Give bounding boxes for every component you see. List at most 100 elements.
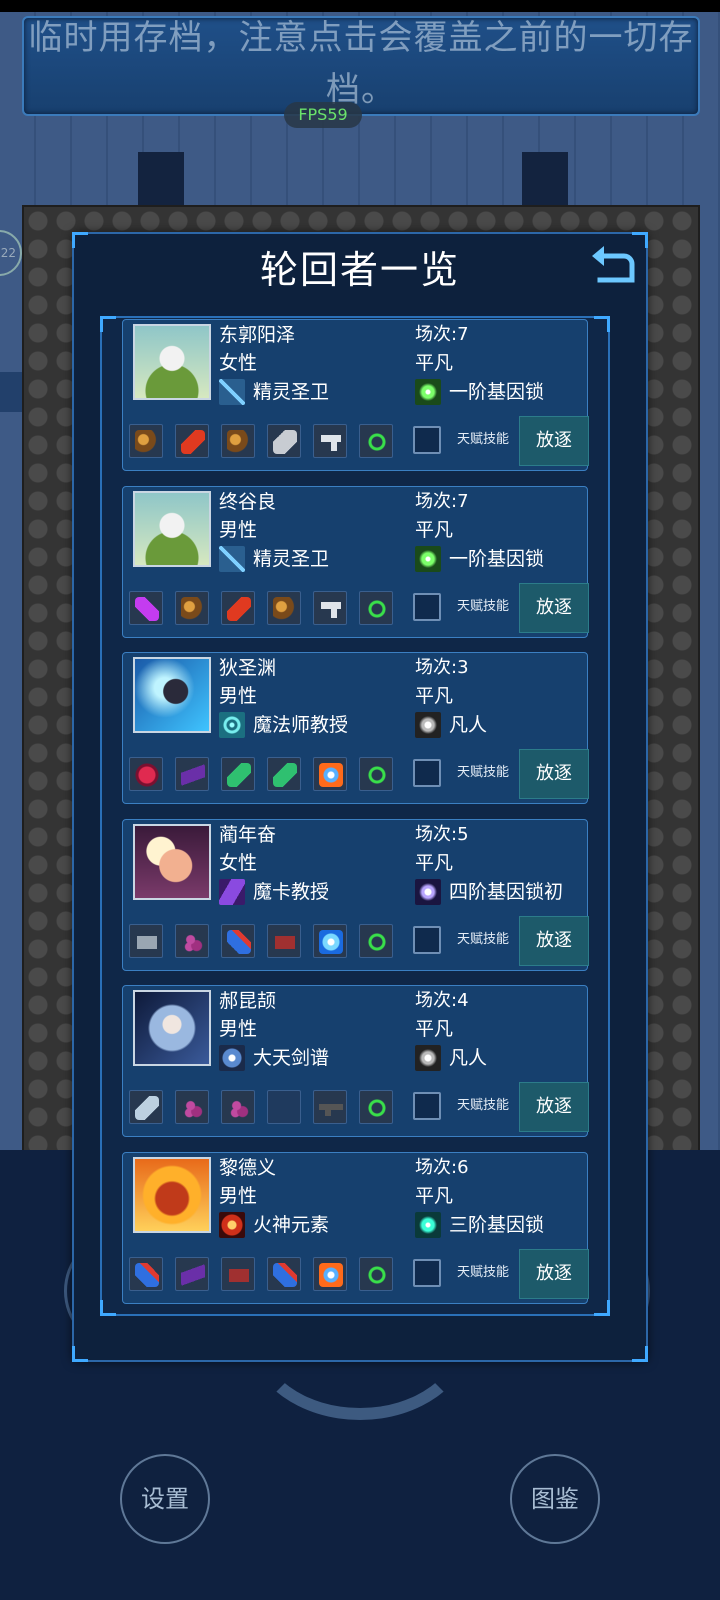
lightning-mage-portrait — [133, 657, 211, 733]
item-slot[interactable] — [175, 1090, 209, 1124]
talent-skill-checkbox[interactable] — [413, 1092, 441, 1120]
talent-skill-checkbox[interactable] — [413, 1258, 441, 1287]
return-arrow-icon — [592, 246, 635, 283]
grey-book-icon — [135, 929, 159, 954]
green-rune-icon — [365, 929, 389, 954]
green-rune-icon — [365, 430, 389, 454]
character-card[interactable]: 蔺年奋 女性 魔卡教授 场次:5 平凡 四阶基因锁初 天赋技能 放逐 — [122, 818, 589, 971]
green-rune-icon — [365, 1096, 389, 1120]
character-class: 魔卡教授 — [219, 878, 329, 906]
character-gender: 女性 — [219, 851, 258, 874]
item-slot[interactable] — [221, 1256, 255, 1291]
item-slot[interactable] — [175, 590, 209, 625]
shuriken-icon — [219, 1045, 245, 1071]
character-card[interactable]: 郝昆颉 男性 大天剑谱 场次:4 平凡 凡人 天赋技能 放逐 — [122, 985, 589, 1137]
character-gender: 男性 — [219, 518, 258, 541]
character-rank: 三阶基因锁 — [415, 1211, 544, 1239]
item-slot[interactable] — [359, 923, 393, 958]
character-list[interactable]: 东郭阳泽 女性 精灵圣卫 场次:7 平凡 一阶基因锁 天赋技能 放逐 终谷良 男… — [100, 316, 610, 1316]
exile-button[interactable]: 放逐 — [519, 416, 589, 466]
item-slot[interactable] — [359, 1090, 393, 1124]
exile-button[interactable]: 放逐 — [519, 915, 589, 966]
character-tier: 平凡 — [415, 851, 454, 874]
character-name: 终谷良 — [219, 490, 277, 513]
item-slot[interactable] — [221, 1090, 255, 1124]
character-gender: 男性 — [219, 1018, 258, 1040]
item-slot[interactable] — [129, 590, 163, 625]
item-slot[interactable] — [313, 757, 347, 791]
item-slot[interactable] — [313, 1090, 347, 1124]
exile-button[interactable]: 放逐 — [519, 582, 589, 633]
spear-icon — [219, 379, 245, 405]
item-slot[interactable] — [221, 923, 255, 958]
green-leaf-icon — [227, 763, 251, 787]
talent-skill-checkbox[interactable] — [413, 759, 441, 787]
item-slot[interactable] — [129, 1256, 163, 1291]
exile-button[interactable]: 放逐 — [519, 1082, 589, 1132]
talent-skill-checkbox[interactable] — [413, 592, 441, 621]
character-gender: 男性 — [219, 685, 258, 707]
item-slot[interactable] — [359, 757, 393, 791]
item-slot[interactable] — [313, 1256, 347, 1291]
purple-card-icon — [219, 878, 245, 905]
talent-skill-checkbox[interactable] — [413, 426, 441, 454]
character-card[interactable]: 黎德义 男性 火神元素 场次:6 平凡 三阶基因锁 天赋技能 放逐 — [122, 1151, 589, 1304]
item-slot[interactable] — [313, 923, 347, 958]
item-slot[interactable] — [313, 424, 347, 458]
cyan-orb-icon — [415, 1211, 441, 1238]
item-slot[interactable] — [129, 923, 163, 958]
white-orb-icon — [415, 1045, 441, 1071]
character-card[interactable]: 终谷良 男性 精灵圣卫 场次:7 平凡 一阶基因锁 天赋技能 放逐 — [122, 485, 589, 638]
character-rank-label: 凡人 — [449, 714, 488, 736]
item-slot[interactable] — [267, 590, 301, 625]
exile-button[interactable]: 放逐 — [519, 749, 589, 799]
moon-girl-portrait — [133, 823, 211, 900]
item-slot[interactable] — [175, 757, 209, 791]
character-class: 火神元素 — [219, 1211, 329, 1239]
item-slot[interactable] — [267, 424, 301, 458]
item-slot[interactable] — [221, 757, 255, 791]
fps-counter: FPS59 — [284, 102, 362, 128]
item-slot[interactable] — [267, 757, 301, 791]
item-slots — [129, 1256, 405, 1291]
item-slot[interactable] — [267, 1256, 301, 1291]
blue-vial-icon — [273, 1262, 297, 1287]
character-name: 黎德义 — [219, 1156, 277, 1179]
talent-skill-label: 天赋技能 — [457, 1098, 510, 1113]
item-slot[interactable] — [175, 424, 209, 458]
item-slot[interactable] — [221, 424, 255, 458]
ice-orb-icon — [319, 929, 343, 954]
red-book-icon — [227, 1262, 251, 1287]
character-rank-label: 一阶基因锁 — [449, 381, 545, 403]
character-rank: 凡人 — [415, 1044, 487, 1072]
item-slot[interactable] — [175, 923, 209, 958]
item-slot[interactable] — [359, 1256, 393, 1291]
notice-text: 临时用存档，注意点击会覆盖之前的一切存档。 — [28, 18, 694, 110]
talent-skill-checkbox[interactable] — [413, 925, 441, 954]
item-slot[interactable] — [313, 590, 347, 625]
item-slot[interactable] — [267, 1090, 301, 1124]
ore-icon — [273, 596, 297, 621]
item-slots — [129, 590, 405, 625]
character-card[interactable]: 狄圣渊 男性 魔法师教授 场次:3 平凡 凡人 天赋技能 放逐 — [122, 652, 589, 804]
codex-button[interactable]: 图鉴 — [510, 1454, 600, 1544]
settings-button[interactable]: 设置 — [120, 1454, 210, 1544]
item-slot[interactable] — [129, 424, 163, 458]
pistol-icon — [319, 430, 343, 454]
character-tier: 平凡 — [415, 1018, 454, 1040]
purple-crystal-icon — [181, 1262, 205, 1287]
rifle-icon — [319, 1096, 343, 1120]
item-slot[interactable] — [129, 757, 163, 791]
character-gender: 男性 — [219, 1184, 258, 1207]
character-card[interactable]: 东郭阳泽 女性 精灵圣卫 场次:7 平凡 一阶基因锁 天赋技能 放逐 — [122, 319, 589, 471]
item-slot[interactable] — [221, 590, 255, 625]
pillar-left — [138, 152, 184, 208]
item-slot[interactable] — [359, 424, 393, 458]
berry-cluster-icon — [227, 1096, 251, 1120]
item-slot[interactable] — [267, 923, 301, 958]
item-slot[interactable] — [359, 590, 393, 625]
item-slot[interactable] — [175, 1256, 209, 1291]
item-slot[interactable] — [129, 1090, 163, 1124]
exile-button[interactable]: 放逐 — [519, 1248, 589, 1299]
back-button[interactable] — [588, 242, 636, 290]
